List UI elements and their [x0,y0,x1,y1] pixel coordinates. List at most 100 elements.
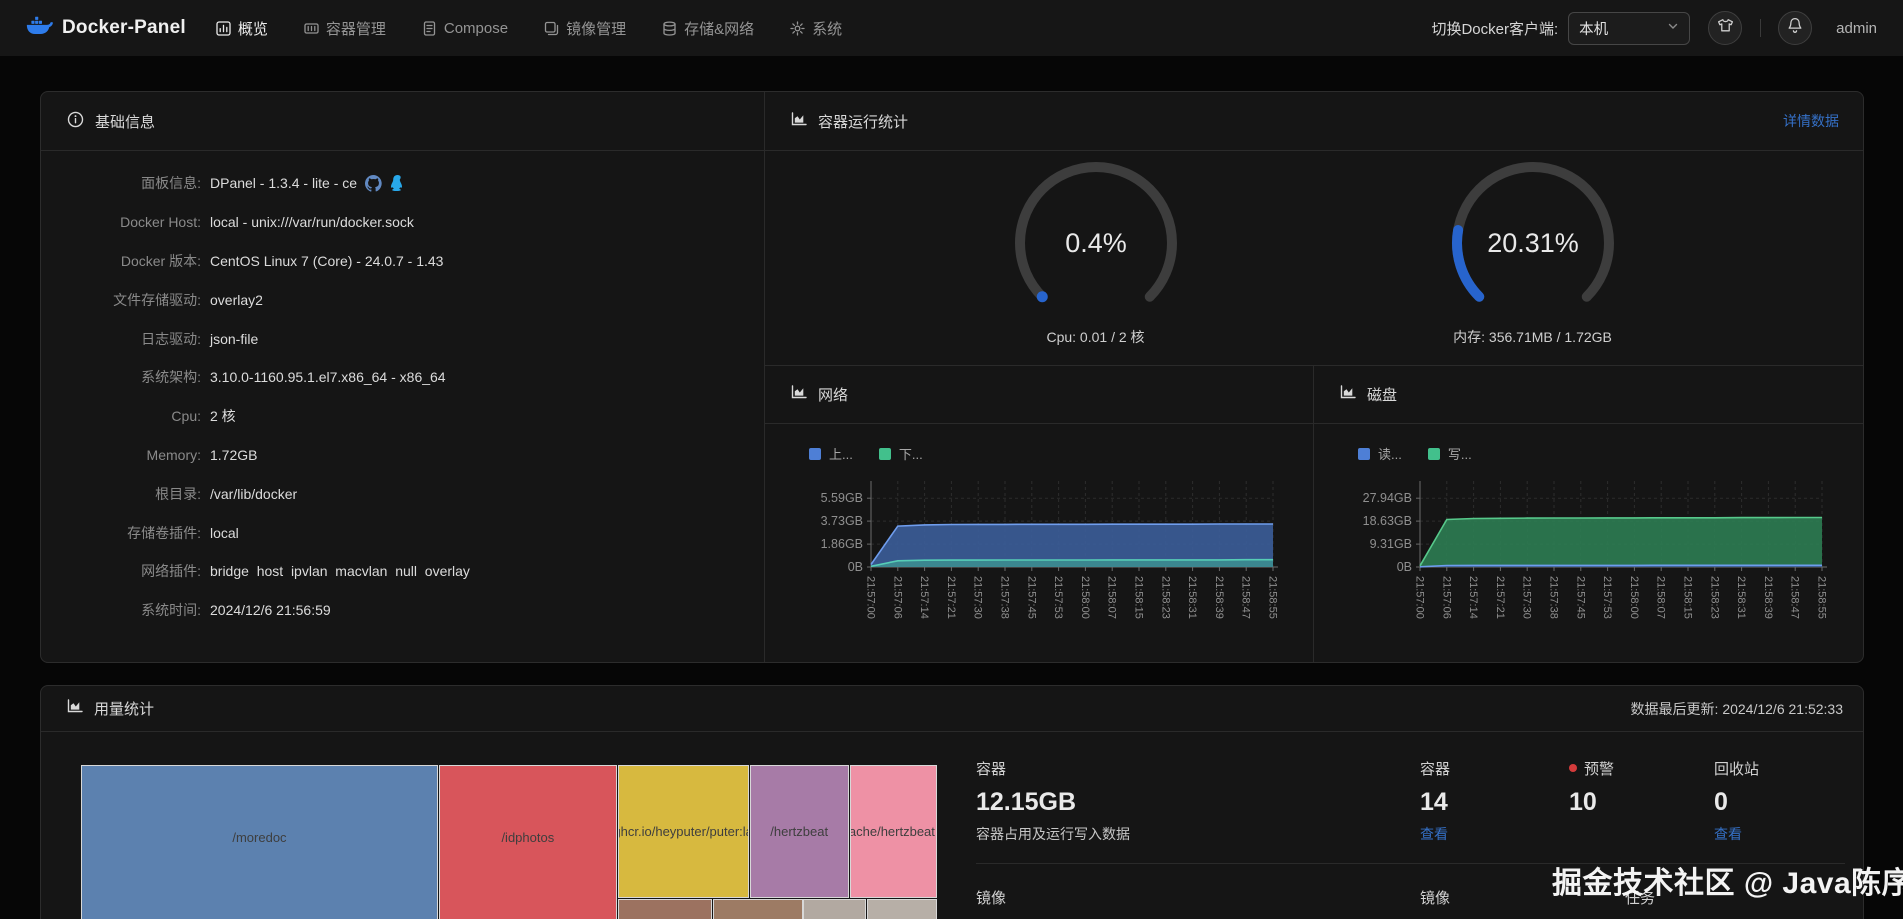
brand[interactable]: Docker-Panel [26,15,186,41]
nav-item-overview[interactable]: 概览 [216,18,268,39]
nav-item-label: 容器管理 [325,20,386,38]
info-label: 面板信息: [141,175,201,192]
info-value: 2024/12/6 21:56:59 [210,602,331,619]
legend-label: 写... [1447,447,1472,462]
compose-icon [422,20,437,36]
treemap-label: /hertzbeat [770,823,829,839]
info-label: Docker Host: [120,214,201,231]
nav-item-gear[interactable]: 系统 [790,18,842,39]
svg-text:21:58:23: 21:58:23 [1159,576,1171,619]
info-row: 日志驱动: json-file [41,319,764,358]
nav-item-compose[interactable]: Compose [422,20,508,37]
svg-text:21:58:39: 21:58:39 [1213,576,1225,619]
disk-header: 磁盘 [1314,366,1863,424]
nav-item-label: 镜像管理 [566,20,627,38]
detail-data-link[interactable]: 详情数据 [1783,111,1839,131]
treemap-block[interactable] [617,898,712,919]
container-icon [304,21,319,36]
username[interactable]: admin [1836,20,1877,37]
gauge-caption: 内存: 356.71MB / 1.72GB [1453,329,1612,345]
legend-item[interactable]: 写... [1427,444,1472,463]
nav-menu: 概览 容器管理 Compose 镜像管理 存储&网络 系统 [216,18,842,39]
watermark: 掘金技术社区 @ Java陈序员 [1552,867,1903,900]
svg-text:18.63GB: 18.63GB [1363,514,1412,528]
info-value: overlay2 [210,291,263,308]
view-link[interactable]: 查看 [1714,824,1845,844]
disk-chart: 读... 写... 0B 9.31GB 18.63GB 27.94GB 21:57:00 2… [1314,424,1863,639]
stat-value: 14 [1420,788,1448,816]
basic-info-panel: 基础信息 面板信息: DPanel - 1.3.4 - lite - ce Dock… [41,92,765,662]
info-value: 3.10.0-1160.95.1.el7.x86_64 - x86_64 [210,369,446,386]
treemap-label: ghcr.io/heyputer/puter:la [617,823,749,839]
svg-text:3.73GB: 3.73GB [821,514,863,528]
treemap-block[interactable] [803,898,866,919]
svg-text:21:58:55: 21:58:55 [1816,576,1828,619]
disk-section: 磁盘 读... 写... 0B 9.31GB 18.63GB 27.94GB 21:57:… [1314,366,1863,662]
theme-button[interactable] [1708,11,1743,45]
info-row: Docker Host: local - unix:///var/run/dock… [41,203,764,242]
info-value: local - unix:///var/run/docker.sock [210,214,414,231]
network-title: 网络 [818,387,849,404]
treemap-block-apache/hertzbeat:lat[interactable]: apache/hertzbeat:lat [849,765,937,898]
legend-item[interactable]: 读... [1358,444,1402,463]
notification-button[interactable] [1778,11,1813,45]
legend-item[interactable]: 上... [809,444,853,463]
svg-text:21:57:14: 21:57:14 [1467,576,1479,619]
treemap-block[interactable] [866,898,937,919]
treemap-block[interactable] [712,898,803,919]
nav-item-container[interactable]: 容器管理 [304,18,386,39]
info-row: 文件存储驱动: overlay2 [41,280,764,319]
gear-icon [790,20,805,36]
bell-icon [1787,17,1803,39]
treemap-label: apache/hertzbeat:lat [849,823,936,839]
github-icon[interactable] [365,174,382,192]
info-value: local [210,524,239,541]
svg-text:21:57:53: 21:57:53 [1052,576,1064,619]
treemap-block-ghcr.io/heyputer/puter:la[interactable]: ghcr.io/heyputer/puter:la [617,765,749,898]
area-chart-icon [1340,385,1356,404]
svg-text:21:58:31: 21:58:31 [1735,576,1747,619]
svg-text:21:57:38: 21:57:38 [1548,576,1560,619]
info-row: 系统架构: 3.10.0-1160.95.1.el7.x86_64 - x86_6… [41,358,764,397]
info-icon [67,111,84,132]
qq-icon[interactable] [390,174,405,192]
svg-text:21:58:15: 21:58:15 [1682,576,1694,619]
gauges-row: 0.4% Cpu: 0.01 / 2 核 20.31% 内存: 356.71MB / … [765,151,1863,366]
gauge-value: 0.4% [1065,228,1127,258]
network-legend: 上... 下... [809,444,1313,463]
legend-item[interactable]: 下... [878,444,923,463]
info-value: json-file [210,330,259,347]
svg-text:21:58:47: 21:58:47 [1240,576,1252,619]
view-link[interactable]: 查看 [1420,824,1560,844]
stat-subtitle: 容器占用及运行写入数据 [976,826,1130,842]
area-chart-icon [791,385,807,404]
info-row: Cpu: 2 核 [41,397,764,436]
stat-label: 容器 [1420,760,1451,778]
area-chart-icon [67,699,83,718]
treemap-block-/moredoc[interactable]: /moredoc [81,765,438,919]
svg-text:27.94GB: 27.94GB [1363,491,1412,505]
treemap-block-/hertzbeat[interactable]: /hertzbeat [749,765,849,898]
network-header: 网络 [765,366,1313,424]
stat-row2-label: 镜像 [976,890,1007,907]
info-label: 文件存储驱动: [113,291,201,308]
nav-item-image[interactable]: 镜像管理 [544,18,626,39]
info-value: CentOS Linux 7 (Core) - 24.0.7 - 1.43 [210,252,444,269]
svg-text:21:58:55: 21:58:55 [1267,576,1279,619]
svg-text:21:57:38: 21:57:38 [999,576,1011,619]
memory-gauge: 20.31% 内存: 356.71MB / 1.72GB [1443,151,1623,365]
nav-item-label: Compose [443,19,509,37]
client-select[interactable]: 本机 [1568,11,1691,45]
docker-whale-icon [26,15,53,41]
legend-label: 上... [829,447,853,462]
legend-swatch [1358,447,1370,460]
svg-text:0B: 0B [1397,560,1412,574]
info-label: 日志驱动: [141,330,201,347]
svg-text:1.86GB: 1.86GB [821,537,863,551]
stat-value: 12.15GB [976,788,1077,816]
tshirt-icon [1717,17,1734,39]
navbar: Docker-Panel 概览 容器管理 Compose 镜像管理 存储&网络 系统 切换… [0,0,1903,56]
treemap-block-/idphotos[interactable]: /idphotos [438,765,617,919]
nav-item-storage[interactable]: 存储&网络 [662,18,754,39]
svg-text:21:57:45: 21:57:45 [1025,576,1037,619]
